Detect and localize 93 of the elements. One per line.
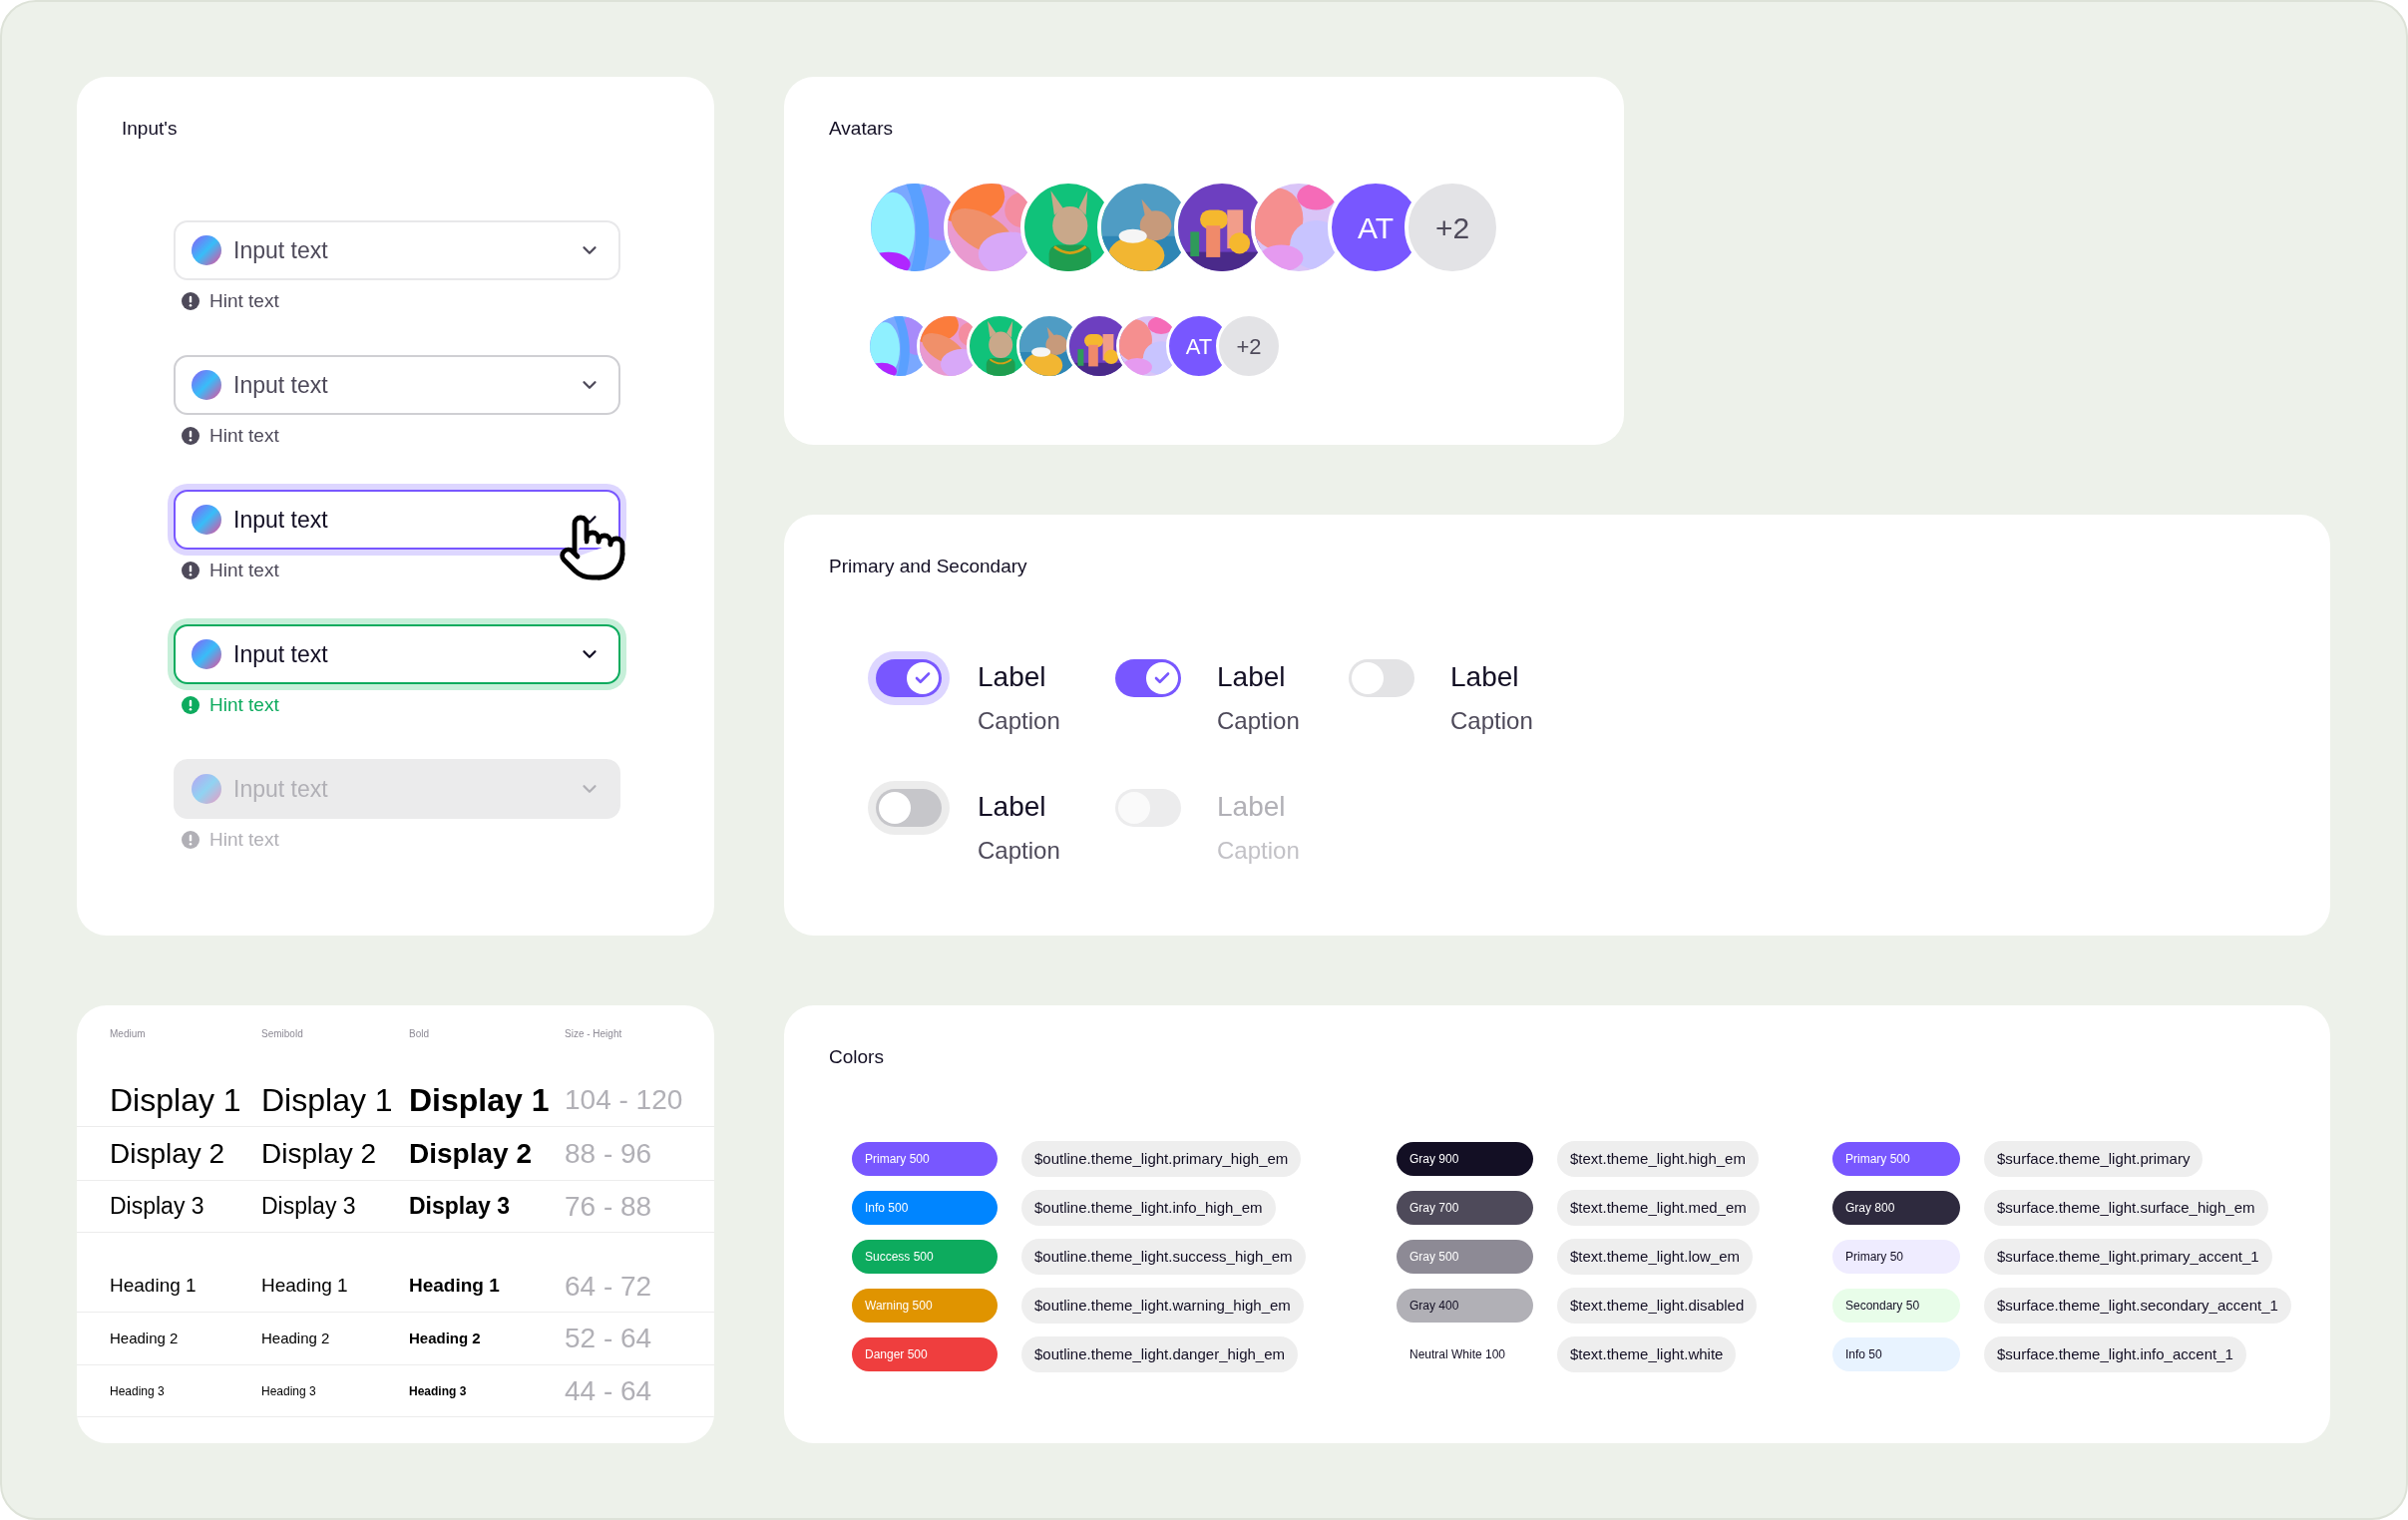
- card-title: Colors: [829, 1045, 885, 1069]
- alert-icon: [182, 562, 200, 579]
- column-header: Size - Height: [565, 1027, 623, 1041]
- size-height-value: 88 - 96: [565, 1136, 653, 1171]
- avatar-overflow-count: +2: [1216, 313, 1282, 379]
- hint-text: Hint text: [209, 694, 279, 716]
- column-header: Medium: [110, 1027, 147, 1041]
- type-sample: Heading 2: [261, 1328, 331, 1348]
- select-field[interactable]: Input text: [174, 355, 620, 415]
- sphere-icon: [192, 774, 221, 804]
- sphere-icon: [192, 235, 221, 265]
- type-sample: Heading 2: [409, 1328, 482, 1348]
- switch-label: Label: [1217, 660, 1287, 694]
- token-name: $text.theme_light.med_em: [1557, 1190, 1760, 1226]
- color-swatch: Gray 900: [1397, 1142, 1533, 1176]
- size-height-value: 44 - 64: [565, 1373, 653, 1408]
- size-height-value: 76 - 88: [565, 1189, 653, 1224]
- hint-text: Hint text: [209, 829, 279, 851]
- token-name: $text.theme_light.white: [1557, 1336, 1737, 1372]
- card-title: Avatars: [829, 117, 895, 141]
- type-sample: Heading 1: [409, 1274, 501, 1299]
- card-title: Primary and Secondary: [829, 555, 1028, 578]
- type-sample: Display 2: [110, 1136, 226, 1171]
- token-name: $text.theme_light.high_em: [1557, 1141, 1759, 1177]
- type-sample: Display 1: [261, 1080, 394, 1120]
- type-sample: Heading 2: [110, 1328, 180, 1348]
- switch-caption: Caption: [1217, 706, 1300, 736]
- token-name: $surface.theme_light.secondary_accent_1: [1984, 1288, 2291, 1324]
- token-name: $outline.theme_light.success_high_em: [1021, 1239, 1306, 1275]
- switch-label: Label: [978, 790, 1047, 824]
- type-sample: Display 1: [110, 1080, 242, 1120]
- column-header: Semibold: [261, 1027, 304, 1041]
- toggle-switch[interactable]: [876, 789, 942, 827]
- hint-text: Hint text: [209, 290, 279, 312]
- type-sample: Display 2: [261, 1136, 378, 1171]
- token-name: $outline.theme_light.danger_high_em: [1021, 1336, 1298, 1372]
- select-field[interactable]: Input text: [174, 220, 620, 280]
- alert-icon: [182, 696, 200, 714]
- type-sample: Heading 1: [110, 1274, 198, 1299]
- color-swatch: Info 500: [852, 1191, 998, 1225]
- color-swatch: Gray 700: [1397, 1191, 1533, 1225]
- type-sample: Heading 3: [409, 1382, 468, 1400]
- card-title: Input's: [122, 117, 179, 141]
- color-swatch: Primary 500: [852, 1142, 998, 1176]
- size-height-value: 64 - 72: [565, 1269, 653, 1304]
- color-swatch: Primary 50: [1832, 1240, 1960, 1274]
- switch-caption: Caption: [978, 706, 1060, 736]
- type-sample: Heading 1: [261, 1274, 349, 1299]
- token-name: $outline.theme_light.warning_high_em: [1021, 1288, 1304, 1324]
- token-name: $outline.theme_light.info_high_em: [1021, 1190, 1276, 1226]
- token-name: $text.theme_light.low_em: [1557, 1239, 1754, 1275]
- alert-icon: [182, 292, 200, 310]
- token-name: $surface.theme_light.primary_accent_1: [1984, 1239, 2272, 1275]
- color-swatch: Primary 500: [1832, 1142, 1960, 1176]
- color-swatch: Secondary 50: [1832, 1289, 1960, 1323]
- token-name: $outline.theme_light.primary_high_em: [1021, 1141, 1302, 1177]
- type-sample: Display 3: [261, 1192, 357, 1222]
- toggle-switch[interactable]: [1349, 659, 1414, 697]
- size-height-value: 52 - 64: [565, 1322, 653, 1355]
- switch-caption: Caption: [1217, 836, 1300, 866]
- sphere-icon: [192, 639, 221, 669]
- switch-label: Label: [1450, 660, 1520, 694]
- color-swatch: Gray 500: [1397, 1240, 1533, 1274]
- toggle-switch[interactable]: [1115, 659, 1181, 697]
- token-name: $text.theme_light.disabled: [1557, 1288, 1758, 1324]
- type-sample: Display 2: [409, 1136, 533, 1171]
- color-swatch: Info 50: [1832, 1337, 1960, 1371]
- token-name: $surface.theme_light.info_accent_1: [1984, 1336, 2246, 1372]
- token-name: $surface.theme_light.primary: [1984, 1141, 2204, 1177]
- switch-label: Label: [978, 660, 1047, 694]
- switch-caption: Caption: [978, 836, 1060, 866]
- color-swatch: Success 500: [852, 1240, 998, 1274]
- switch-label: Label: [1217, 790, 1287, 824]
- color-swatch: Danger 500: [852, 1337, 998, 1371]
- alert-icon: [182, 427, 200, 445]
- type-sample: Heading 3: [110, 1382, 166, 1400]
- type-sample: Display 3: [110, 1192, 205, 1222]
- alert-icon: [182, 831, 200, 849]
- column-header: Bold: [409, 1027, 430, 1041]
- sphere-icon: [192, 505, 221, 535]
- sphere-icon: [192, 370, 221, 400]
- hint-text: Hint text: [209, 560, 279, 581]
- hint-text: Hint text: [209, 425, 279, 447]
- token-name: $surface.theme_light.surface_high_em: [1984, 1190, 2268, 1226]
- switch-caption: Caption: [1450, 706, 1533, 736]
- color-swatch: Warning 500: [852, 1289, 998, 1323]
- type-sample: Display 3: [409, 1192, 511, 1222]
- type-sample: Display 1: [409, 1080, 551, 1120]
- type-sample: Heading 3: [261, 1382, 317, 1400]
- color-swatch: Gray 400: [1397, 1289, 1533, 1323]
- toggle-switch[interactable]: [876, 659, 942, 697]
- size-height-value: 104 - 120: [565, 1082, 684, 1117]
- color-swatch: Gray 800: [1832, 1191, 1960, 1225]
